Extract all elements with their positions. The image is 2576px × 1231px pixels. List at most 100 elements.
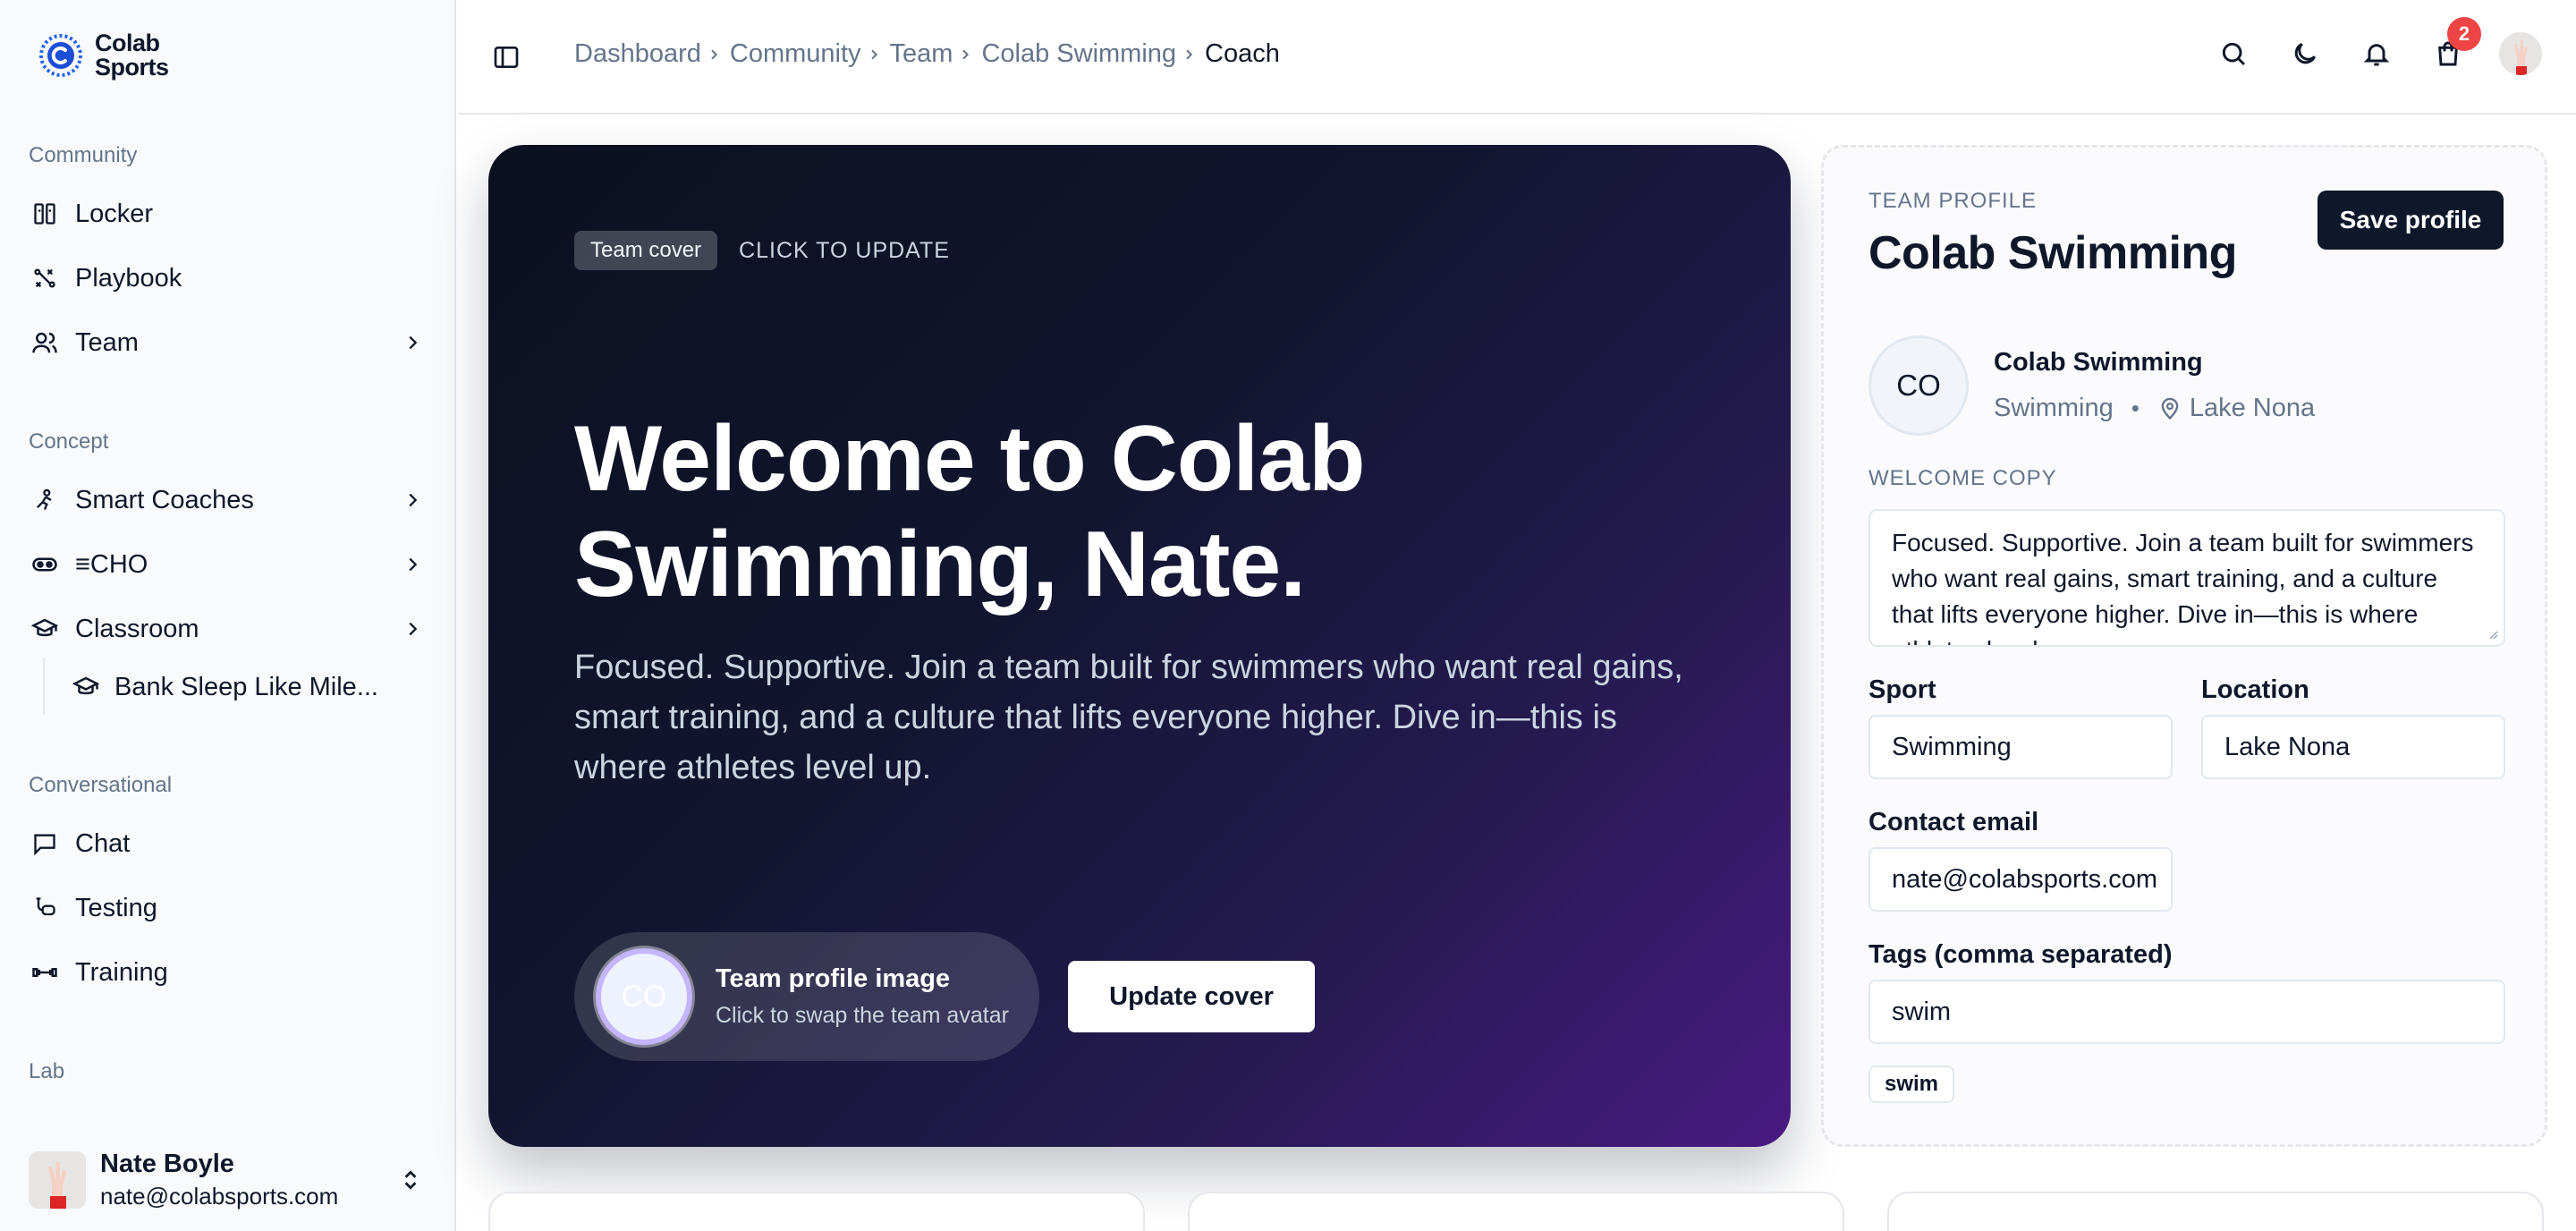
- team-summary: CO Colab Swimming Swimming • Lake Nona: [1868, 335, 2315, 436]
- sidebar-item-echo[interactable]: ≡CHO: [25, 539, 433, 590]
- cart-button[interactable]: 2: [2428, 17, 2481, 74]
- welcome-copy-text: Focused. Supportive. Join a team built f…: [1892, 529, 2474, 645]
- tag-chip: swim: [1868, 1065, 1955, 1103]
- user-email: nate@colabsports.com: [100, 1183, 339, 1210]
- sidebar: Colab Sports Community Locker Playbook T…: [0, 0, 456, 1231]
- sidebar-item-playbook[interactable]: Playbook: [25, 252, 433, 304]
- coach-icon: [29, 484, 61, 516]
- sidebar-item-training[interactable]: Training: [25, 947, 433, 998]
- sidebar-item-locker[interactable]: Locker: [25, 188, 433, 240]
- content-card: [1188, 1192, 1844, 1231]
- chat-bubble-icon: [29, 828, 61, 860]
- sport-input[interactable]: Swimming: [1868, 715, 2173, 779]
- brand-logo-link[interactable]: Colab Sports: [36, 27, 169, 84]
- location-label: Location: [2201, 675, 2309, 704]
- user-avatar: [29, 1151, 86, 1209]
- chevrons-up-down-icon: [399, 1165, 422, 1200]
- group-label-community: Community: [29, 143, 138, 167]
- content-card: [488, 1192, 1145, 1231]
- breadcrumb-colab-swimming[interactable]: Colab Swimming: [981, 39, 1205, 69]
- sidebar-item-smart-coaches[interactable]: Smart Coaches: [25, 474, 433, 526]
- sidebar-item-testing[interactable]: Testing: [25, 882, 433, 934]
- team-profile-panel: TEAM PROFILE Colab Swimming Save profile…: [1821, 145, 2547, 1147]
- sidebar-item-label: Smart Coaches: [75, 485, 254, 514]
- team-cover-pill: Team cover: [574, 231, 718, 270]
- chevron-right-icon: [707, 47, 721, 62]
- hero-title: Welcome to Colab Swimming, Nate.: [574, 407, 1366, 616]
- user-name: Nate Boyle: [100, 1150, 234, 1178]
- save-profile-button[interactable]: Save profile: [2318, 191, 2504, 250]
- theme-toggle-button[interactable]: [2284, 33, 2326, 74]
- contact-email-label: Contact email: [1868, 808, 2039, 836]
- user-account-menu[interactable]: Nate Boyle nate@colabsports.com: [0, 1129, 454, 1231]
- top-actions: 2: [2213, 17, 2542, 75]
- breadcrumb-team[interactable]: Team: [890, 39, 982, 69]
- sidebar-item-label: Testing: [75, 893, 157, 922]
- chevron-right-icon: [399, 329, 426, 356]
- colab-sports-logo-icon: [39, 34, 82, 77]
- moon-icon: [2294, 42, 2317, 64]
- breadcrumb: Dashboard Community Team Colab Swimming …: [574, 39, 1280, 69]
- sport-label: Sport: [1868, 675, 1936, 704]
- graduation-cap-icon: [29, 613, 61, 645]
- update-cover-button[interactable]: Update cover: [1068, 961, 1315, 1032]
- location-input[interactable]: Lake Nona: [2201, 715, 2505, 779]
- group-label-conversational: Conversational: [29, 773, 173, 797]
- separator-dot: •: [2131, 395, 2140, 421]
- welcome-copy-label: WELCOME COPY: [1868, 466, 2057, 490]
- sidebar-item-label: Playbook: [75, 263, 182, 293]
- graduation-cap-icon: [70, 671, 102, 703]
- top-bar: Dashboard Community Team Colab Swimming …: [458, 0, 2576, 115]
- breadcrumb-community[interactable]: Community: [730, 39, 890, 69]
- tags-input[interactable]: swim: [1868, 980, 2505, 1044]
- welcome-copy-textarea[interactable]: Focused. Supportive. Join a team built f…: [1868, 509, 2505, 647]
- profile-avatar-button[interactable]: [2499, 32, 2542, 75]
- sidebar-item-team[interactable]: Team: [25, 317, 433, 369]
- sidebar-item-label: ≡CHO: [75, 549, 148, 579]
- echo-icon: [29, 548, 61, 581]
- team-profile-image-button[interactable]: CO Team profile image Click to swap the …: [574, 932, 1039, 1061]
- resize-handle-icon: [2489, 631, 2498, 640]
- notifications-button[interactable]: [2356, 33, 2397, 74]
- chevron-right-icon: [1182, 47, 1196, 62]
- breadcrumb-current-coach: Coach: [1205, 39, 1280, 68]
- sidebar-item-label: Classroom: [75, 614, 199, 643]
- users-icon: [29, 327, 61, 359]
- team-avatar: CO: [596, 948, 692, 1045]
- contact-email-input[interactable]: nate@colabsports.com: [1868, 847, 2173, 912]
- dumbbell-icon: [29, 956, 61, 989]
- group-label-concept: Concept: [29, 429, 109, 454]
- team-name: Colab Swimming: [1994, 348, 2203, 377]
- search-button[interactable]: [2213, 33, 2254, 74]
- sidebar-item-label: Team: [75, 327, 139, 357]
- sidebar-toggle-button[interactable]: [488, 39, 524, 75]
- map-pin-icon: [2157, 396, 2182, 421]
- sidebar-subitem-label: Bank Sleep Like Mile...: [114, 672, 378, 701]
- sidebar-item-label: Locker: [75, 199, 154, 228]
- sidebar-item-classroom[interactable]: Classroom: [25, 603, 433, 655]
- sidebar-subitem-classroom-course[interactable]: Bank Sleep Like Mile...: [70, 662, 378, 712]
- breadcrumb-dashboard[interactable]: Dashboard: [574, 39, 730, 69]
- chevron-right-icon: [867, 47, 881, 62]
- profile-image-subtitle: Click to swap the team avatar: [716, 1003, 1009, 1028]
- search-icon: [2222, 42, 2246, 66]
- chevron-right-icon: [399, 551, 426, 578]
- team-meta: Swimming • Lake Nona: [1994, 394, 2315, 423]
- panel-title: Colab Swimming: [1868, 227, 2237, 279]
- chevron-right-icon: [399, 487, 426, 514]
- team-cover-hero[interactable]: Team cover CLICK TO UPDATE Welcome to Co…: [488, 145, 1791, 1147]
- sidebar-item-label: Chat: [75, 828, 131, 858]
- sidebar-item-label: Training: [75, 957, 168, 987]
- team-sport: Swimming: [1994, 394, 2114, 422]
- profile-image-title: Team profile image: [716, 964, 951, 993]
- playbook-icon: [29, 262, 61, 294]
- cover-update-hint: Team cover CLICK TO UPDATE: [574, 231, 950, 270]
- sidebar-item-chat[interactable]: Chat: [25, 818, 433, 870]
- submenu-divider: [43, 658, 45, 715]
- group-label-lab: Lab: [29, 1059, 65, 1083]
- team-location: Lake Nona: [2189, 394, 2316, 422]
- testing-icon: [29, 892, 61, 924]
- chevron-right-icon: [958, 47, 972, 62]
- brand-name: Colab Sports: [95, 30, 169, 81]
- content-card: [1887, 1192, 2544, 1231]
